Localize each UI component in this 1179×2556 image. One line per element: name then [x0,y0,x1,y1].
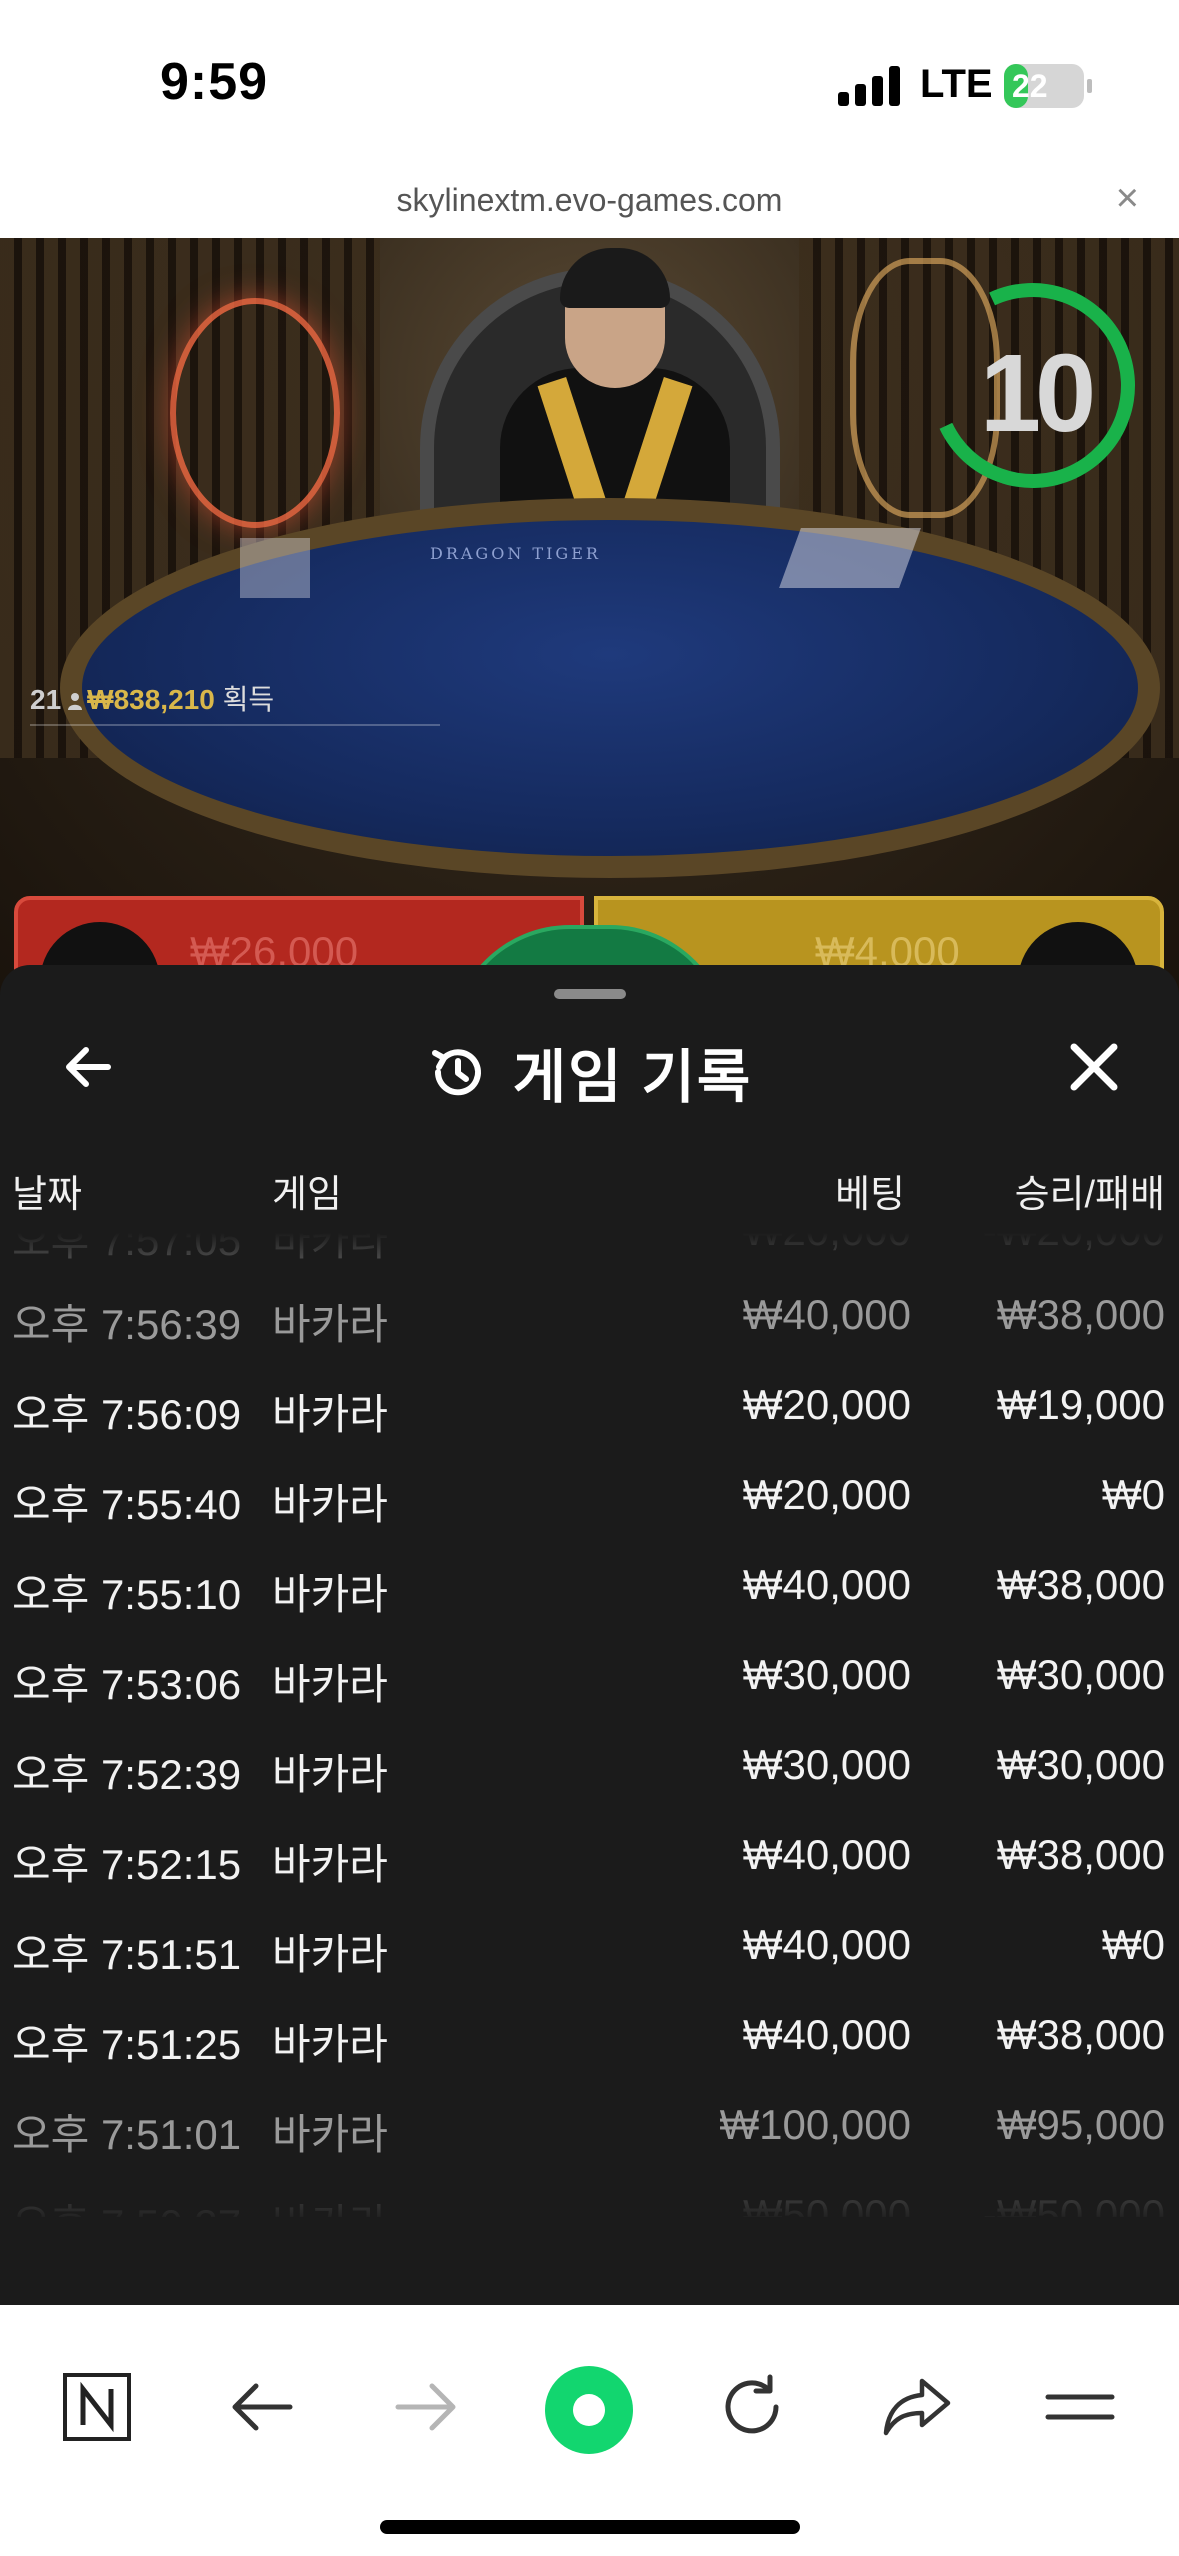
history-row[interactable]: 오후 7:52:39 바카라 ₩30,000 ₩30,000 [0,1721,1179,1811]
naver-home-icon[interactable] [57,2367,137,2447]
dealer-hair [560,248,670,308]
row-game: 바카라 [272,2111,388,2158]
row-date: 오후 7:51:25 [12,2021,242,2068]
row-win-loss: ₩0 [1102,1921,1165,1968]
row-game: 바카라 [272,1481,388,1528]
sheet-drag-handle[interactable] [554,989,626,999]
row-win-loss: ₩30,000 [996,1651,1165,1698]
history-row[interactable]: 오후 7:51:51 바카라 ₩40,000 ₩0 [0,1901,1179,1991]
url-bar[interactable]: skylinextm.evo-games.com × [0,170,1179,238]
row-date: 오후 7:51:01 [12,2111,242,2158]
countdown-timer: 10 [979,332,1096,455]
game-history-sheet: 게임 기록 날짜 게임 베팅 승리/패배 오후 7:57:05바카라₩20,00… [0,965,1179,2305]
browser-toolbar [0,2305,1179,2556]
history-row[interactable]: 오후 7:51:25 바카라 ₩40,000 ₩38,000 [0,1991,1179,2081]
row-win-loss: ₩38,000 [996,1831,1165,1878]
history-row[interactable]: 오후 7:56:09 바카라 ₩20,000 ₩19,000 [0,1361,1179,1451]
green-dot-icon[interactable] [544,2365,634,2455]
status-time: 9:59 [160,53,269,111]
row-game: 바카라 [272,1391,388,1438]
row-bet: ₩40,000 [742,2011,911,2058]
row-game: 바카라 [272,1751,388,1798]
row-win-loss: ₩19,000 [996,1381,1165,1428]
battery-icon: 22 [1004,64,1092,108]
row-bet: ₩20,000 [742,1471,911,1518]
winners-divider [30,724,440,726]
battery-cap [1087,79,1092,93]
share-icon[interactable] [876,2367,956,2447]
row-date: 오후 7:55:40 [12,1481,242,1528]
sheet-header: 게임 기록 [0,1030,1179,1114]
row-date: 오후 7:52:39 [12,1751,242,1798]
row-bet: ₩100,000 [719,2101,911,2148]
history-list[interactable]: 오후 7:57:05바카라₩20,000-₩20,000오후 7:56:39바카… [0,1227,1179,2217]
history-row[interactable]: 오후 7:55:40 바카라 ₩20,000 ₩0 [0,1451,1179,1541]
row-bet: ₩20,000 [742,1381,911,1428]
reload-icon[interactable] [712,2367,792,2447]
discard-holder [240,538,310,598]
row-bet: ₩40,000 [742,1831,911,1878]
row-bet: ₩30,000 [742,1651,911,1698]
row-game: 바카라 [272,1841,388,1888]
column-header-win-loss[interactable]: 승리/패배 [1015,1163,1165,1218]
column-header-date[interactable]: 날짜 [12,1163,82,1218]
row-win-loss: ₩95,000 [996,2101,1165,2148]
row-win-loss: ₩0 [1102,1471,1165,1518]
status-bar: 9:59 LTE 22 [0,0,1179,160]
winnings-amount: ₩838,210 [87,684,215,715]
row-game: 바카라 [272,1931,388,1978]
list-fade-bottom [0,2155,1179,2235]
table-label: DRAGON TIGER [430,544,601,563]
row-date: 오후 7:56:09 [12,1391,242,1438]
home-indicator[interactable] [380,2520,800,2534]
person-icon [68,693,83,710]
row-win-loss: ₩38,000 [996,2011,1165,2058]
url-domain[interactable]: skylinextm.evo-games.com [0,182,1179,219]
row-game: 바카라 [272,1661,388,1708]
winners-count: 21 [30,684,62,715]
row-win-loss: ₩38,000 [996,1561,1165,1608]
cellular-signal-icon [838,66,902,106]
column-header-game[interactable]: 게임 [272,1163,342,1218]
row-win-loss: ₩30,000 [996,1741,1165,1788]
row-bet: ₩30,000 [742,1741,911,1788]
row-date: 오후 7:55:10 [12,1571,242,1618]
close-icon[interactable] [1062,1035,1126,1099]
row-bet: ₩40,000 [742,1291,911,1338]
row-bet: ₩40,000 [742,1561,911,1608]
battery-level: 22 [1012,68,1048,104]
history-row[interactable]: 오후 7:52:15 바카라 ₩40,000 ₩38,000 [0,1811,1179,1901]
winners-info: 21 ₩838,210 획득 [30,678,274,718]
column-header-bet[interactable]: 베팅 [835,1163,905,1218]
row-win-loss: ₩38,000 [996,1291,1165,1338]
menu-icon[interactable] [1040,2367,1120,2447]
row-bet: ₩40,000 [742,1921,911,1968]
sheet-title: 게임 기록 [512,1045,753,1110]
row-date: 오후 7:51:51 [12,1931,242,1978]
network-type: LTE [920,62,993,106]
row-date: 오후 7:56:39 [12,1301,242,1348]
live-game-video[interactable]: DRAGON TIGER 10 21 ₩838,210 획득 [0,238,1179,998]
row-date: 오후 7:53:06 [12,1661,242,1708]
close-icon[interactable]: × [1116,176,1139,221]
history-row[interactable]: 오후 7:53:06 바카라 ₩30,000 ₩30,000 [0,1631,1179,1721]
row-game: 바카라 [272,1301,388,1348]
forward-arrow-icon [395,2383,456,2431]
row-game: 바카라 [272,2021,388,2068]
dragon-emblem [170,298,340,528]
row-date: 오후 7:52:15 [12,1841,242,1888]
winnings-suffix: 획득 [222,684,275,715]
history-row[interactable]: 오후 7:55:10 바카라 ₩40,000 ₩38,000 [0,1541,1179,1631]
history-icon [431,1049,481,1096]
row-game: 바카라 [272,1571,388,1618]
list-fade-top [0,1227,1179,1287]
card-shoe [779,528,921,588]
back-arrow-icon[interactable] [222,2367,302,2447]
